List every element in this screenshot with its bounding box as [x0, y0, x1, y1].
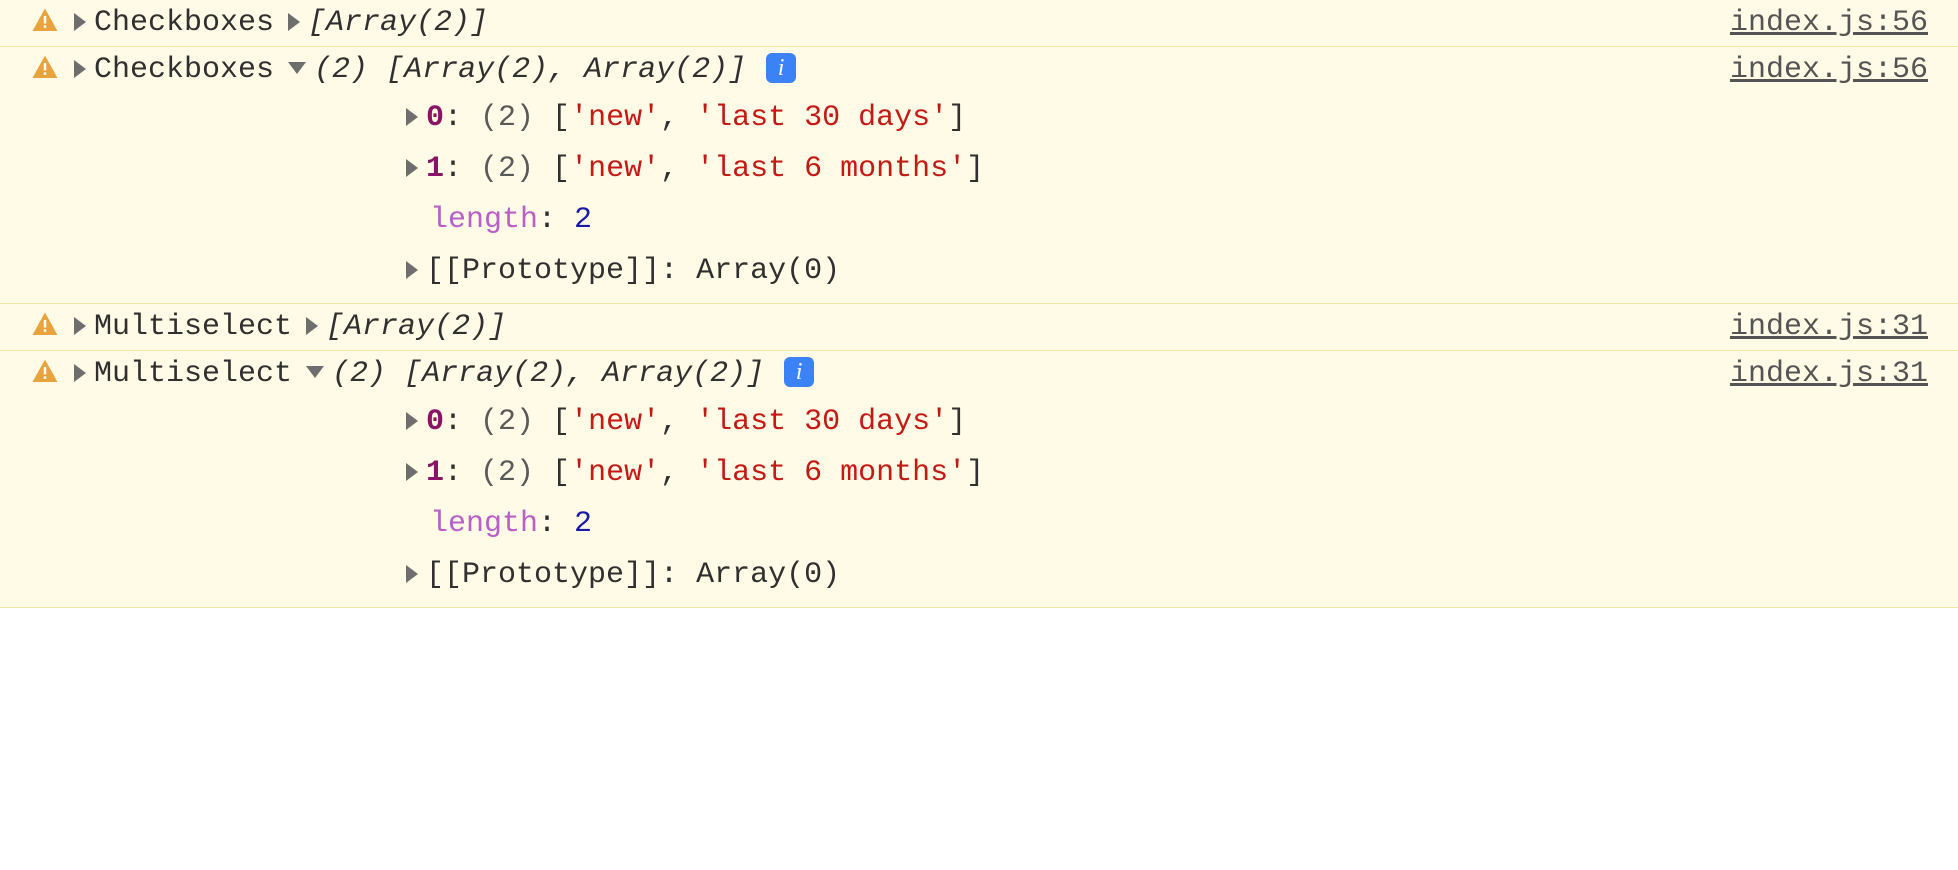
item-value: 'new': [570, 405, 660, 439]
source-link[interactable]: index.js:56: [1730, 53, 1928, 87]
length-label: length: [430, 203, 538, 237]
item-value: 'last 6 months': [696, 456, 966, 490]
length-label: length: [430, 507, 538, 541]
console-row: Multiselect [Array(2)] index.js:31: [0, 303, 1958, 351]
console-row-head: Checkboxes (2) [Array(2), Array(2)] i: [30, 53, 1928, 87]
prototype-label: [[Prototype]]: [426, 254, 660, 288]
length-value: 2: [574, 203, 592, 237]
array-item-row[interactable]: 0: (2) ['new', 'last 30 days']: [406, 93, 1928, 144]
source-link[interactable]: index.js:31: [1730, 310, 1928, 344]
chevron-right-icon: [406, 159, 418, 177]
console-row: Checkboxes [Array(2)] index.js:56: [0, 0, 1958, 47]
preview-count: (2): [332, 357, 386, 391]
warning-icon: [30, 357, 60, 387]
chevron-right-icon: [406, 565, 418, 583]
prototype-row[interactable]: [[Prototype]]: Array(0): [406, 550, 1928, 601]
log-label: Multiselect: [94, 310, 292, 344]
warning-icon: [30, 53, 60, 83]
item-index: 0: [426, 101, 444, 135]
preview-text: [Array(2), Array(2)]: [404, 357, 764, 391]
chevron-right-icon: [74, 364, 86, 382]
outer-expand-toggle[interactable]: Checkboxes: [74, 53, 274, 87]
item-count: (2): [480, 152, 534, 186]
object-preview: [Array(2)]: [308, 6, 488, 40]
chevron-right-icon: [74, 317, 86, 335]
prototype-value: Array(0): [696, 254, 840, 288]
item-count: (2): [480, 101, 534, 135]
array-item-row[interactable]: 1: (2) ['new', 'last 6 months']: [406, 448, 1928, 499]
prototype-row[interactable]: [[Prototype]]: Array(0): [406, 246, 1928, 297]
item-value: 'new': [570, 456, 660, 490]
chevron-right-icon: [406, 463, 418, 481]
array-item-row[interactable]: 0: (2) ['new', 'last 30 days']: [406, 397, 1928, 448]
console-row-head: Checkboxes [Array(2)]: [30, 6, 1928, 40]
object-expand-toggle[interactable]: (2) [Array(2), Array(2)]: [306, 357, 764, 391]
object-expand-toggle[interactable]: [Array(2)]: [306, 310, 506, 344]
outer-expand-toggle[interactable]: Multiselect: [74, 357, 292, 391]
chevron-right-icon: [306, 317, 318, 335]
item-value: 'last 30 days': [696, 101, 948, 135]
console-row-head: Multiselect [Array(2)]: [30, 310, 1928, 344]
object-preview: [Array(2)]: [326, 310, 506, 344]
chevron-right-icon: [406, 108, 418, 126]
item-count: (2): [480, 405, 534, 439]
object-preview: (2) [Array(2), Array(2)]: [332, 357, 764, 391]
log-label: Multiselect: [94, 357, 292, 391]
object-children: 0: (2) ['new', 'last 30 days'] 1: (2) ['…: [406, 397, 1928, 601]
object-preview: (2) [Array(2), Array(2)]: [314, 53, 746, 87]
prototype-value: Array(0): [696, 558, 840, 592]
log-label: Checkboxes: [94, 6, 274, 40]
info-icon[interactable]: i: [766, 53, 796, 83]
object-expand-toggle[interactable]: (2) [Array(2), Array(2)]: [288, 53, 746, 87]
console-row: Multiselect (2) [Array(2), Array(2)] i i…: [0, 350, 1958, 608]
item-index: 0: [426, 405, 444, 439]
object-expand-toggle[interactable]: [Array(2)]: [288, 6, 488, 40]
length-value: 2: [574, 507, 592, 541]
object-children: 0: (2) ['new', 'last 30 days'] 1: (2) ['…: [406, 93, 1928, 297]
preview-text: [Array(2), Array(2)]: [386, 53, 746, 87]
outer-expand-toggle[interactable]: Checkboxes: [74, 6, 274, 40]
array-item-row[interactable]: 1: (2) ['new', 'last 6 months']: [406, 144, 1928, 195]
item-value: 'last 30 days': [696, 405, 948, 439]
item-index: 1: [426, 152, 444, 186]
source-link[interactable]: index.js:31: [1730, 357, 1928, 391]
chevron-down-icon: [306, 366, 324, 378]
warning-icon: [30, 6, 60, 36]
length-row: length: 2: [406, 195, 1928, 246]
chevron-right-icon: [406, 261, 418, 279]
source-link[interactable]: index.js:56: [1730, 6, 1928, 40]
item-value: 'last 6 months': [696, 152, 966, 186]
prototype-label: [[Prototype]]: [426, 558, 660, 592]
info-icon[interactable]: i: [784, 357, 814, 387]
length-row: length: 2: [406, 499, 1928, 550]
chevron-right-icon: [406, 412, 418, 430]
log-label: Checkboxes: [94, 53, 274, 87]
preview-count: (2): [314, 53, 368, 87]
warning-icon: [30, 310, 60, 340]
item-count: (2): [480, 456, 534, 490]
chevron-right-icon: [288, 13, 300, 31]
chevron-down-icon: [288, 62, 306, 74]
console-row-head: Multiselect (2) [Array(2), Array(2)] i: [30, 357, 1928, 391]
item-index: 1: [426, 456, 444, 490]
outer-expand-toggle[interactable]: Multiselect: [74, 310, 292, 344]
item-value: 'new': [570, 152, 660, 186]
console-row: Checkboxes (2) [Array(2), Array(2)] i in…: [0, 46, 1958, 304]
item-value: 'new': [570, 101, 660, 135]
chevron-right-icon: [74, 13, 86, 31]
chevron-right-icon: [74, 60, 86, 78]
